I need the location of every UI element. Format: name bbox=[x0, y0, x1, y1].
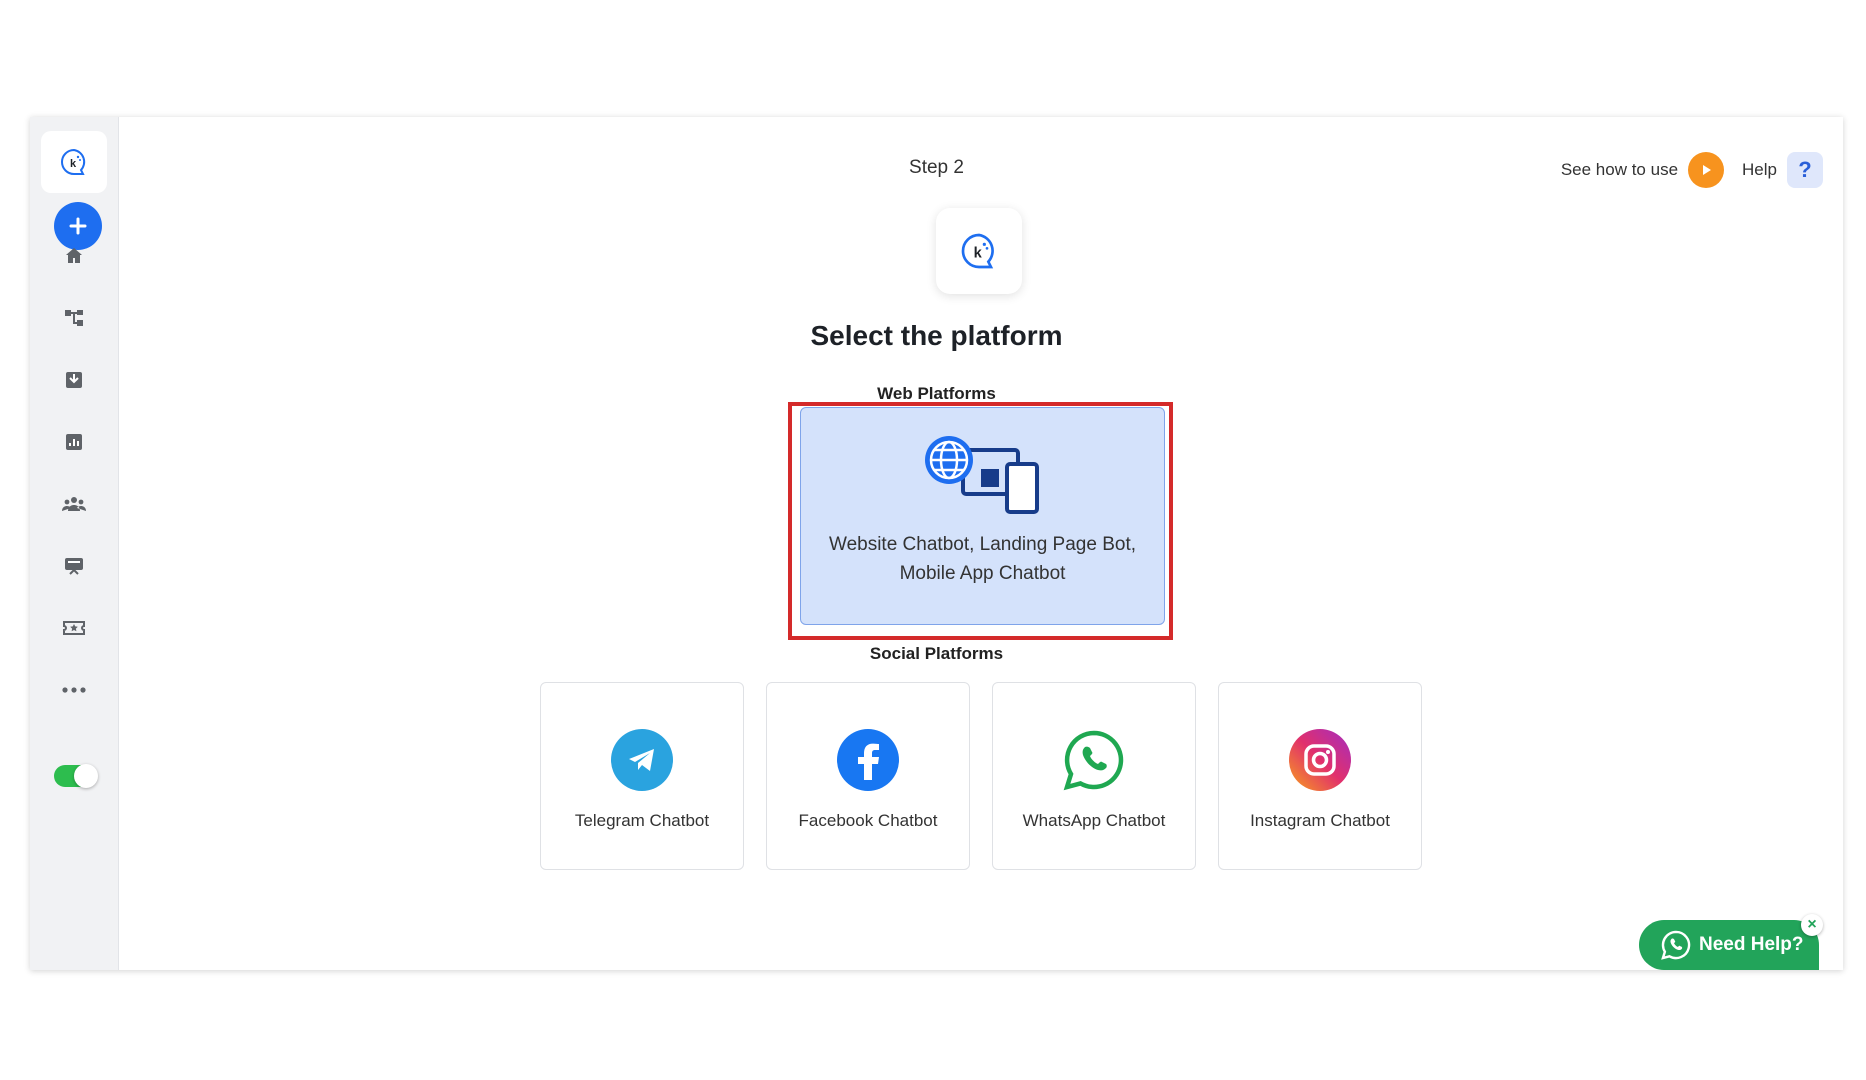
sidebar-item-more[interactable] bbox=[60, 676, 88, 704]
web-platforms-heading: Web Platforms bbox=[877, 384, 996, 403]
sidebar-item-users[interactable] bbox=[60, 490, 88, 518]
instagram-chatbot-card[interactable]: Instagram Chatbot bbox=[1218, 682, 1422, 870]
tickets-icon bbox=[63, 621, 85, 635]
need-help-label: Need Help? bbox=[1699, 934, 1804, 955]
center-logo: k bbox=[936, 208, 1022, 294]
users-icon bbox=[62, 497, 86, 511]
see-how-to-use-link[interactable]: See how to use bbox=[1561, 160, 1678, 180]
social-platforms-heading: Social Platforms bbox=[869, 644, 1004, 663]
whatsapp-icon bbox=[1661, 930, 1691, 960]
facebook-chatbot-card[interactable]: Facebook Chatbot bbox=[766, 682, 970, 870]
page-title: Select the platform bbox=[810, 320, 1063, 351]
plus-icon bbox=[69, 217, 87, 235]
telegram-icon bbox=[611, 729, 673, 791]
play-icon bbox=[1703, 165, 1712, 175]
web-platform-card-label: Website Chatbot, Landing Page Bot, Mobil… bbox=[828, 534, 1137, 584]
web-devices-icon bbox=[924, 436, 1039, 514]
svg-text:k: k bbox=[974, 246, 983, 262]
whatsapp-chatbot-card[interactable]: WhatsApp Chatbot bbox=[992, 682, 1196, 870]
sidebar-item-home[interactable] bbox=[60, 242, 88, 270]
social-card-label: WhatsApp Chatbot bbox=[1022, 811, 1166, 830]
web-platform-card[interactable]: Website Chatbot, Landing Page Bot, Mobil… bbox=[800, 407, 1165, 625]
whatsapp-icon bbox=[1063, 729, 1125, 791]
help-button[interactable]: ? bbox=[1787, 152, 1823, 188]
help-label[interactable]: Help bbox=[1742, 160, 1777, 180]
analytics-icon bbox=[66, 434, 82, 450]
social-card-label: Facebook Chatbot bbox=[798, 811, 938, 830]
kommunicate-logo-icon: k bbox=[961, 233, 994, 269]
app-frame: k Step 2 See how to use Help ? k Select … bbox=[30, 117, 1843, 970]
telegram-chatbot-card[interactable]: Telegram Chatbot bbox=[540, 682, 744, 870]
sidebar-item-analytics[interactable] bbox=[60, 428, 88, 456]
header-actions: See how to use Help ? bbox=[1561, 152, 1823, 188]
facebook-icon bbox=[837, 729, 899, 791]
toggle-knob bbox=[74, 764, 98, 788]
sidebar-item-tickets[interactable] bbox=[60, 614, 88, 642]
home-icon bbox=[66, 248, 82, 263]
close-icon[interactable]: × bbox=[1801, 914, 1823, 936]
instagram-icon bbox=[1289, 729, 1351, 791]
status-toggle[interactable] bbox=[54, 764, 98, 788]
sidebar-item-integrations[interactable] bbox=[60, 552, 88, 580]
social-card-label: Telegram Chatbot bbox=[574, 811, 710, 830]
question-mark-icon: ? bbox=[1798, 157, 1812, 182]
sidebar: k bbox=[30, 117, 119, 970]
integrations-icon bbox=[65, 558, 83, 575]
more-icon bbox=[62, 687, 86, 693]
play-video-button[interactable] bbox=[1688, 152, 1725, 188]
social-card-label: Instagram Chatbot bbox=[1250, 811, 1390, 830]
need-help-button[interactable]: Need Help? × bbox=[1639, 914, 1823, 970]
